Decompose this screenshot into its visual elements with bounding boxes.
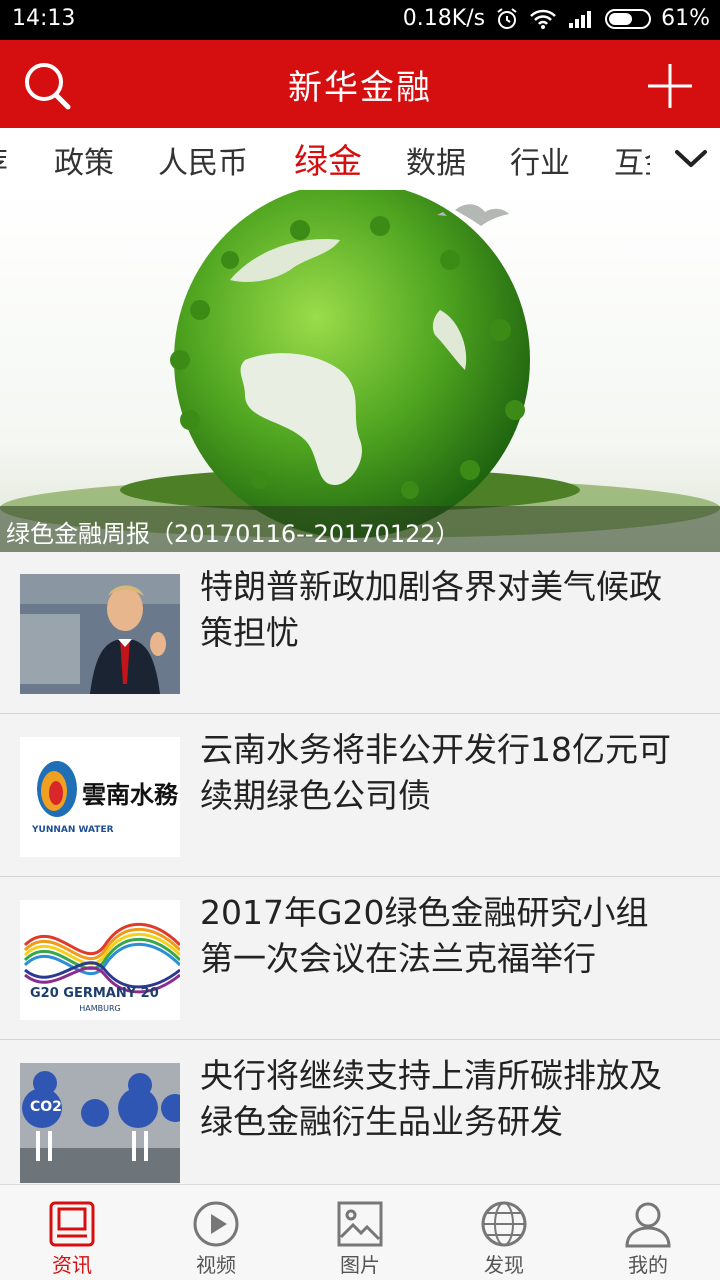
news-thumbnail [20,574,180,694]
add-button[interactable] [642,58,698,114]
globe-icon [481,1201,527,1247]
alarm-icon [497,7,517,29]
play-icon [193,1201,239,1247]
category-tabs: 荐 政策 人民币 绿金 数据 行业 互金 [0,128,720,190]
plus-icon [648,64,692,108]
user-icon [625,1202,671,1248]
nav-label: 资讯 [52,1253,92,1277]
nav-item-news[interactable]: 资讯 [0,1185,144,1280]
nav-label: 图片 [340,1253,380,1277]
news-icon [49,1201,95,1247]
nav-label: 发现 [484,1253,524,1277]
news-item[interactable]: 雲南水務 YUNNAN WATER 云南水务将非公开发行18亿元可续期绿色公司债 [0,715,720,877]
nav-label: 我的 [628,1253,668,1277]
logo-subtext: YUNNAN WATER [32,825,114,835]
tab-industry[interactable]: 行业 [510,138,570,182]
banner-caption: 绿色金融周报（20170116--20170122） [0,506,720,552]
battery-level [609,12,633,25]
nav-item-profile[interactable]: 我的 [576,1185,720,1280]
status-bar: 14:13 0.18K/s 61% [0,0,720,40]
nav-item-discover[interactable]: 发现 [432,1185,576,1280]
nav-item-pictures[interactable]: 图片 [288,1185,432,1280]
news-thumbnail: 雲南水務 YUNNAN WATER [20,737,180,857]
page-title: 新华金融 [288,68,432,108]
speaker-photo [20,574,180,694]
g20-subtext: HAMBURG [79,1004,121,1013]
news-item[interactable]: CO2 央行将继续支持上清所碳排放及绿色金融衍生品业务研发 [0,1041,720,1184]
news-title: 特朗普新政加剧各界对美气候政策担忧 [200,567,662,652]
news-item[interactable]: G20 GERMANY 20 HAMBURG 2017年G20绿色金融研究小组第… [0,878,720,1040]
nav-item-video[interactable]: 视频 [144,1185,288,1280]
wifi-icon [530,9,556,29]
news-thumbnail: G20 GERMANY 20 HAMBURG [20,900,180,1020]
status-indicators: 0.18K/s 61% [403,6,710,31]
news-title: 云南水务将非公开发行18亿元可续期绿色公司债 [200,730,671,815]
tab-data[interactable]: 数据 [406,138,466,182]
news-thumbnail: CO2 [20,1063,180,1183]
tab-green-finance[interactable]: 绿金 [294,134,362,183]
bottom-nav: 资讯 视频 图片 发现 我的 [0,1184,720,1280]
g20-logo [20,900,180,1020]
green-globe-image [0,190,720,538]
tab-recommend[interactable]: 荐 [0,138,8,182]
news-list: 特朗普新政加剧各界对美气候政策担忧 雲南水務 YUNNAN WATER 云南水务… [0,552,720,1184]
status-time: 14:13 [12,6,76,31]
nav-label: 视频 [196,1253,236,1277]
chevron-down-icon[interactable] [674,144,708,174]
signal-icon [569,10,592,28]
app-header: 新华金融 [0,40,720,128]
news-title: 央行将继续支持上清所碳排放及绿色金融衍生品业务研发 [200,1056,662,1141]
featured-banner[interactable]: 绿色金融周报（20170116--20170122） [0,190,720,552]
news-title: 2017年G20绿色金融研究小组第一次会议在法兰克福举行 [200,893,649,978]
tab-policy[interactable]: 政策 [54,138,114,182]
battery-icon [605,8,652,29]
image-icon [337,1201,383,1247]
network-speed: 0.18K/s [402,6,486,31]
logo-text: 雲南水務 [82,781,178,809]
g20-text: G20 GERMANY 20 [30,986,159,1001]
tab-rmb[interactable]: 人民币 [158,138,248,182]
battery-percent: 61% [661,6,710,31]
co2-balloons-photo [20,1063,180,1183]
co2-label: CO2 [30,1099,62,1115]
news-item[interactable]: 特朗普新政加剧各界对美气候政策担忧 [0,552,720,714]
